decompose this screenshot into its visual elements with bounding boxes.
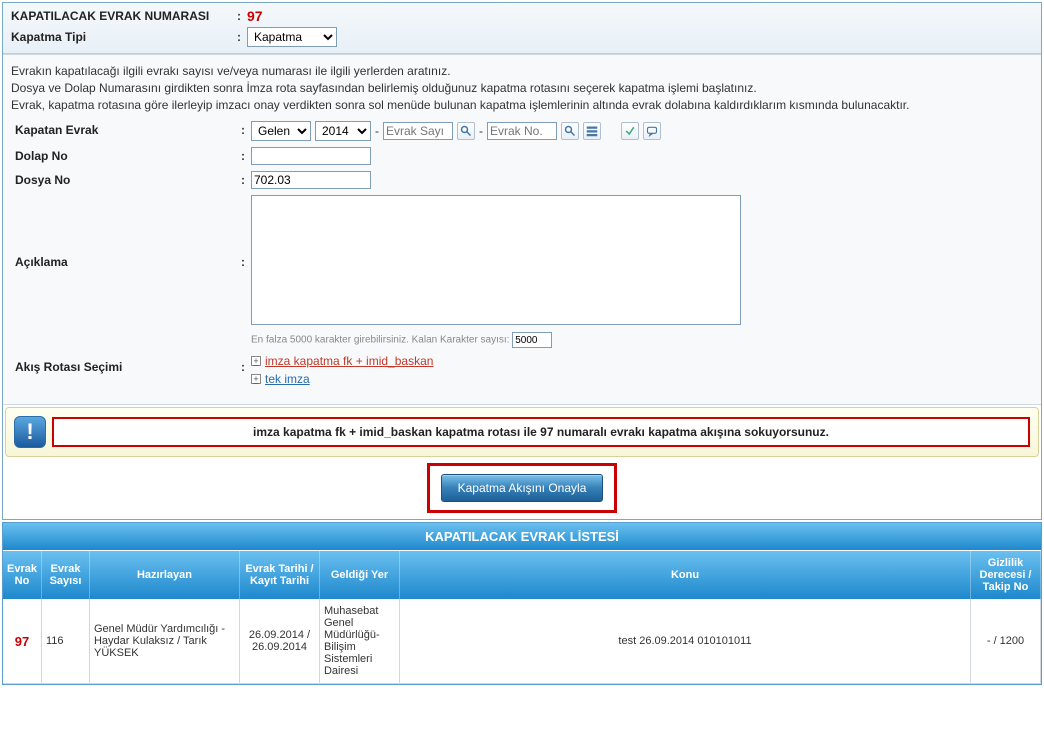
col-konu[interactable]: Konu <box>399 551 970 599</box>
dosya-no-input[interactable] <box>251 171 371 189</box>
row-gizlilik: - / 1200 <box>971 599 1041 684</box>
col-evrak-no[interactable]: Evrak No <box>3 551 41 599</box>
evrak-no-input[interactable] <box>487 122 557 140</box>
list-title: KAPATILACAK EVRAK LİSTESİ <box>3 523 1041 551</box>
rota-option-1[interactable]: + imza kapatma fk + imid_baskan <box>251 354 1033 368</box>
alert-message: imza kapatma fk + imid_baskan kapatma ro… <box>52 417 1030 447</box>
kapatan-evrak-label: Kapatan Evrak <box>11 121 241 137</box>
kapatilacak-evrak-label: KAPATILACAK EVRAK NUMARASI <box>7 9 237 23</box>
search-sayi-icon[interactable] <box>457 122 475 140</box>
expand-icon[interactable]: + <box>251 374 261 384</box>
row-hazirlayan: Genel Müdür Yardımcılığı - Haydar Kulaks… <box>89 599 239 684</box>
rota-option-2[interactable]: + tek imza <box>251 372 1033 386</box>
akis-rota-label: Akış Rotası Seçimi <box>11 354 241 374</box>
clear-icon[interactable] <box>621 122 639 140</box>
col-gizlilik[interactable]: Gizlilik Derecesi / Takip No <box>971 551 1041 599</box>
row-evrak-sayi: 116 <box>41 599 89 684</box>
row-konu: test 26.09.2014 010101011 <box>399 599 970 684</box>
evrak-sayi-input[interactable] <box>383 122 453 140</box>
expand-icon[interactable]: + <box>251 356 261 366</box>
help-icon[interactable] <box>643 122 661 140</box>
char-remaining-display <box>512 332 552 348</box>
dolap-no-label: Dolap No <box>11 147 241 163</box>
aciklama-textarea[interactable] <box>251 195 741 325</box>
confirm-button[interactable]: Kapatma Akışını Onayla <box>441 474 604 502</box>
list-icon[interactable] <box>583 122 601 140</box>
dash: - <box>375 124 379 138</box>
dolap-no-input[interactable] <box>251 147 371 165</box>
table-row[interactable]: 97 116 Genel Müdür Yardımcılığı - Haydar… <box>3 599 1041 684</box>
info-icon: ! <box>14 416 46 448</box>
kapatma-tipi-select[interactable]: Kapatma <box>247 27 337 47</box>
direction-select[interactable]: Gelen <box>251 121 311 141</box>
dash: - <box>479 124 483 138</box>
instruction-text: Evrakın kapatılacağı ilgili evrakı sayıs… <box>11 63 1033 113</box>
row-tarih: 26.09.2014 / 26.09.2014 <box>239 599 319 684</box>
colon: : <box>237 30 247 44</box>
info-bar: ! imza kapatma fk + imid_baskan kapatma … <box>5 407 1039 457</box>
char-hint: En falza 5000 karakter girebilirsiniz. K… <box>251 332 1033 348</box>
search-no-icon[interactable] <box>561 122 579 140</box>
col-evrak-sayi[interactable]: Evrak Sayısı <box>41 551 89 599</box>
evrak-no-value: 97 <box>247 8 263 24</box>
aciklama-label: Açıklama <box>11 195 241 269</box>
col-hazirlayan[interactable]: Hazırlayan <box>89 551 239 599</box>
kapatma-tipi-label: Kapatma Tipi <box>7 30 237 44</box>
colon: : <box>237 9 247 23</box>
row-yer: Muhasebat Genel Müdürlüğü-Bilişim Sistem… <box>319 599 399 684</box>
evrak-table: Evrak No Evrak Sayısı Hazırlayan Evrak T… <box>3 551 1041 684</box>
year-select[interactable]: 2014 <box>315 121 371 141</box>
col-tarih[interactable]: Evrak Tarihi / Kayıt Tarihi <box>239 551 319 599</box>
confirm-button-frame: Kapatma Akışını Onayla <box>427 463 617 513</box>
dosya-no-label: Dosya No <box>11 171 241 187</box>
row-evrak-no: 97 <box>15 634 29 649</box>
col-yer[interactable]: Geldiği Yer <box>319 551 399 599</box>
